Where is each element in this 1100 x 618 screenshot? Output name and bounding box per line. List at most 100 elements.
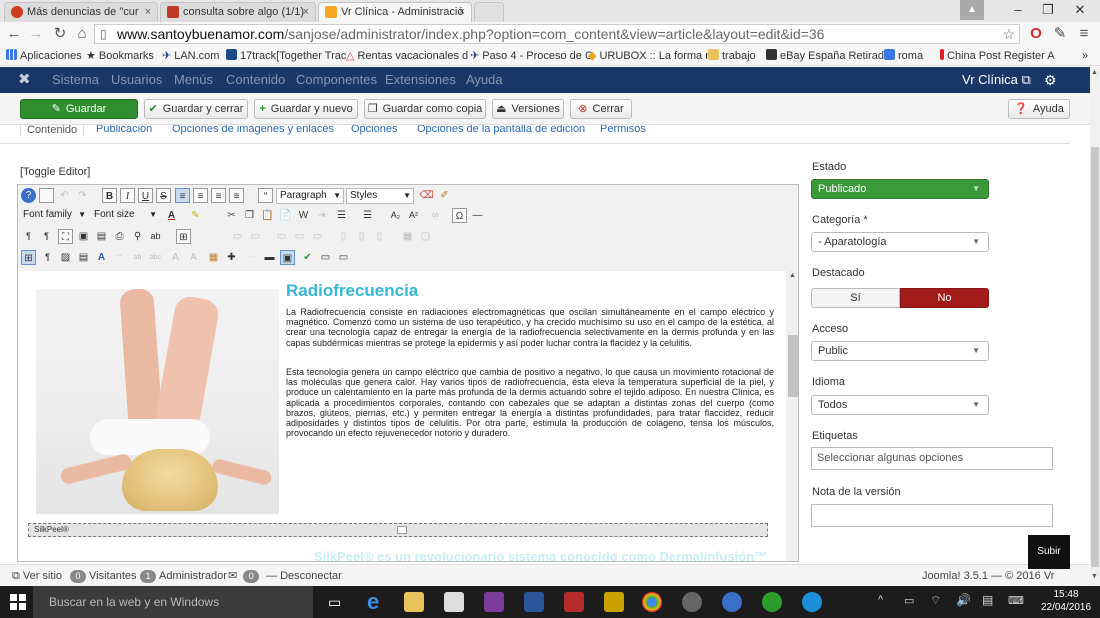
task-view-icon[interactable]: ▭ (328, 594, 341, 611)
browser-tab-3-active[interactable]: Vr Clínica - Administració × (318, 2, 472, 22)
insert-col-before-icon[interactable]: ▯ (336, 229, 351, 244)
redo-icon[interactable]: ↷ (75, 188, 90, 203)
bookmark-bookmarks[interactable]: ★ Bookmarks (86, 46, 154, 65)
desconectar-link[interactable]: — Desconectar (266, 565, 342, 587)
menu-extensiones[interactable]: Extensiones (385, 67, 456, 93)
align-right-icon[interactable]: ≡ (211, 188, 226, 203)
highlight-icon[interactable]: ✎ (188, 208, 203, 223)
bookmark-roma[interactable]: roma (884, 46, 923, 65)
battery-icon[interactable]: ▭ (904, 594, 914, 607)
indent-icon[interactable]: ⇥ (314, 208, 329, 223)
bookmark-urubox[interactable]: ◆ URUBOX :: La forma m (588, 46, 714, 65)
joomla-logo-icon[interactable]: ✖ (18, 67, 31, 93)
tab-close-icon[interactable]: × (303, 3, 309, 21)
find-icon[interactable]: ⚲ (130, 229, 145, 244)
special-char-icon[interactable]: Ω (452, 208, 467, 223)
scroll-up-icon[interactable]: ▲ (789, 272, 796, 279)
template-icon[interactable]: ▤ (94, 229, 109, 244)
align-justify-icon[interactable]: ≡ (229, 188, 244, 203)
table-row-icon[interactable]: ▭ (230, 229, 245, 244)
editor-content-area[interactable]: Radiofrecuencia La Radiofrecuencia consi… (18, 271, 786, 561)
categoria-select[interactable]: - Aparatología ▼ (811, 232, 989, 252)
bookmark-star-icon[interactable]: ☆ (1002, 25, 1015, 43)
split-cells-icon[interactable]: ▦ (400, 229, 415, 244)
spellcheck-icon[interactable]: ✔ (300, 250, 315, 265)
format-select[interactable]: Paragraph ▼ (276, 188, 344, 204)
onenote-icon[interactable] (484, 592, 504, 612)
estado-select[interactable]: Publicado ▼ (811, 179, 989, 199)
window-close-icon[interactable]: ✕ (1062, 0, 1098, 20)
menu-sistema[interactable]: Sistema (52, 67, 99, 93)
numbered-list-icon[interactable]: ☰ (360, 208, 375, 223)
skype-icon[interactable] (802, 592, 822, 612)
insert-layer-icon[interactable]: ✚ (224, 250, 239, 265)
bookmarks-overflow[interactable]: » (1082, 46, 1088, 65)
back-arrow-icon[interactable]: ← (4, 24, 24, 44)
app-icon[interactable] (722, 592, 742, 612)
bookmark-paso4[interactable]: ✈ Paso 4 - Proceso de C (470, 46, 593, 65)
ltr-icon[interactable]: ¶ (21, 229, 36, 244)
user-gear-icon[interactable]: ⚙ (1044, 67, 1057, 93)
bullet-list-icon[interactable]: ☰ (334, 208, 349, 223)
bookmark-aplicaciones[interactable]: Aplicaciones (6, 46, 82, 65)
menu-componentes[interactable]: Componentes (296, 67, 377, 93)
strikethrough-icon[interactable]: S (156, 188, 171, 203)
article-icon[interactable]: ▭ (318, 250, 333, 265)
messages-status[interactable]: ✉ 0 (228, 565, 262, 587)
tab-pantalla-edicion[interactable]: Opciones de la pantalla de edición (417, 125, 585, 135)
close-button[interactable]: ⊗ Cerrar (570, 99, 632, 119)
versions-button[interactable]: ⏏ Versiones (492, 99, 564, 119)
new-tab-button[interactable] (474, 2, 504, 22)
fireworks-icon[interactable] (604, 592, 624, 612)
store-icon[interactable] (444, 592, 464, 612)
align-center-icon[interactable]: ≡ (193, 188, 208, 203)
profile-icon[interactable]: ▲ (960, 0, 984, 20)
ins-icon[interactable]: A (186, 250, 201, 265)
style-props-icon[interactable]: A (94, 250, 109, 265)
editor-scroll-thumb[interactable] (788, 335, 798, 397)
del-icon[interactable]: A (168, 250, 183, 265)
delete-col-icon[interactable]: ▯ (372, 229, 387, 244)
attribs-icon[interactable]: ▦ (206, 250, 221, 265)
save-copy-button[interactable]: ❐ Guardar como copia (364, 99, 486, 119)
bookmark-ebay[interactable]: eBay España Retirada (766, 46, 890, 65)
windows-start-icon[interactable] (10, 594, 26, 610)
table-icon[interactable]: ⊞ (176, 229, 191, 244)
bookmark-trabajo[interactable]: trabajo (708, 46, 756, 65)
etiquetas-input[interactable]: Seleccionar algunas opciones (811, 447, 1053, 470)
chrome-icon[interactable] (642, 592, 662, 612)
tab-imagenes-enlaces[interactable]: Opciones de imágenes y enlaces (172, 125, 334, 135)
subscript-icon[interactable]: A₂ (388, 208, 403, 223)
menu-menus[interactable]: Menús (174, 67, 213, 93)
styles-select[interactable]: Styles ▼ (346, 188, 414, 204)
help-button[interactable]: ❓ Ayuda (1008, 99, 1070, 119)
show-blocks-icon[interactable]: ¶ (40, 250, 55, 265)
rtl-icon[interactable]: ¶ (39, 229, 54, 244)
superscript-icon[interactable]: A² (406, 208, 421, 223)
font-family-select[interactable]: Font family ▼ (20, 208, 88, 224)
acronym-icon[interactable]: ab (130, 250, 145, 265)
file-explorer-icon[interactable] (404, 592, 424, 612)
cut-icon[interactable]: ✂ (224, 208, 239, 223)
url-input[interactable]: ▯ www.santoybuenamor.com/sanjose/adminis… (94, 24, 1020, 44)
table-cell-icon[interactable]: ▭ (248, 229, 263, 244)
opera-icon[interactable]: O (1026, 24, 1046, 44)
fullscreen-icon[interactable]: ⛶ (58, 229, 73, 244)
code-icon[interactable]: ▣ (280, 250, 295, 265)
resize-handle[interactable] (397, 526, 407, 534)
bookmark-17track[interactable]: 17track[Together Trac (226, 46, 346, 65)
forward-arrow-icon[interactable]: → (26, 24, 46, 44)
paste-text-icon[interactable]: 📄 (278, 208, 293, 223)
scroll-top-button[interactable]: Subir (1028, 535, 1070, 569)
text-color-icon[interactable]: A (164, 208, 179, 223)
non-breaking-icon[interactable]: ▬ (262, 250, 277, 265)
save-close-button[interactable]: ✔ Guardar y cerrar (144, 99, 248, 119)
underline-icon[interactable]: U (138, 188, 153, 203)
bookmark-rentas[interactable]: △ Rentas vacacionales d (346, 46, 468, 65)
font-size-select[interactable]: Font size ▼ (91, 208, 159, 224)
bold-icon[interactable]: B (102, 188, 117, 203)
save-new-button[interactable]: + Guardar y nuevo (254, 99, 358, 119)
blockquote-icon[interactable]: “ (258, 188, 273, 203)
scroll-up-icon[interactable]: ▲ (1091, 69, 1098, 76)
reload-icon[interactable]: ↻ (50, 24, 70, 44)
